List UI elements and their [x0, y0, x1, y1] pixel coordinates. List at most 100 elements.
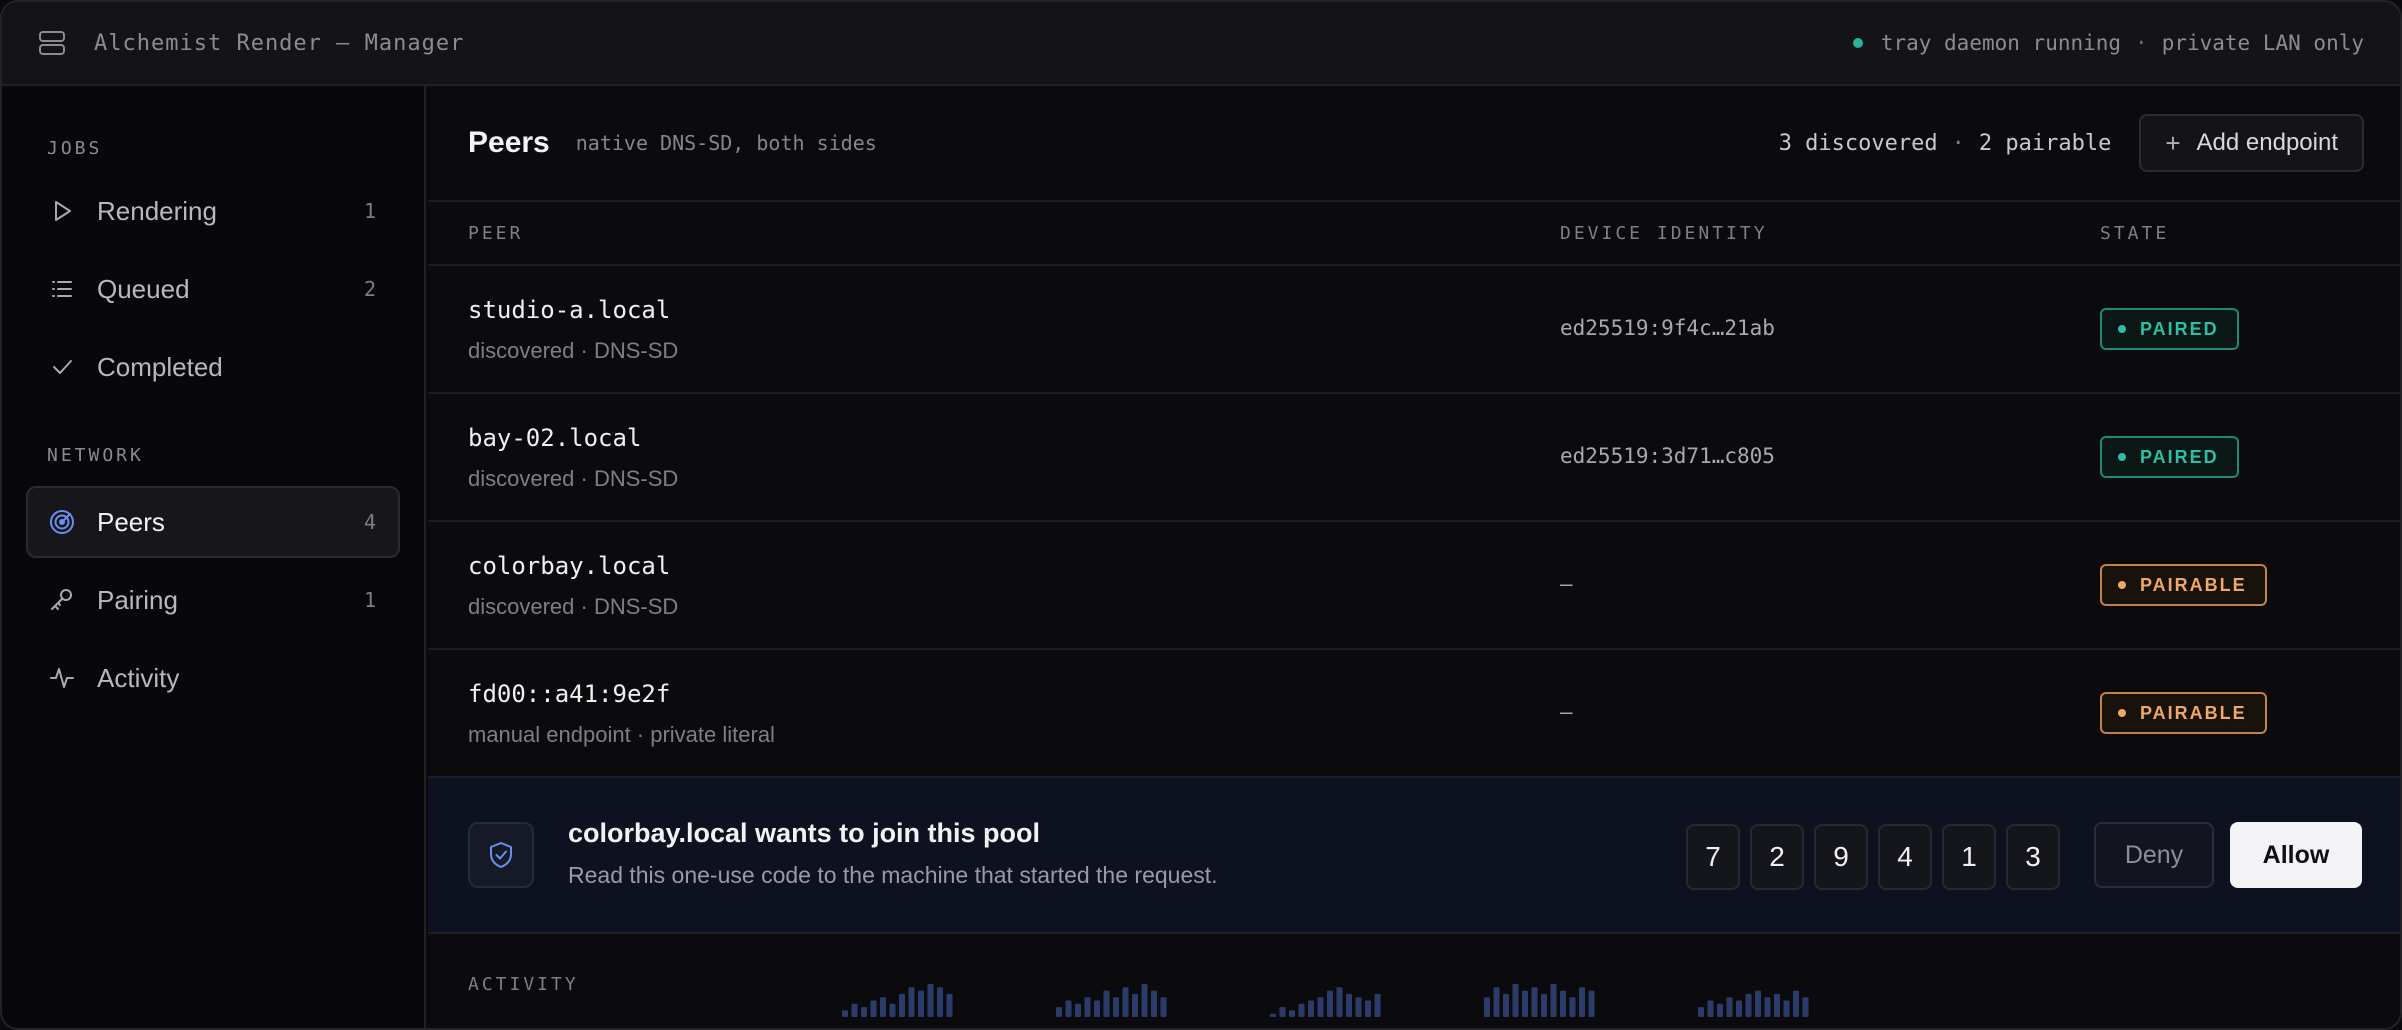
list-icon	[49, 276, 75, 302]
table-row[interactable]: fd00::a41:9e2f manual endpoint · private…	[428, 650, 2400, 778]
page-subtitle: native DNS-SD, both sides	[575, 131, 877, 155]
allow-button[interactable]: Allow	[2230, 822, 2362, 888]
code-digit: 2	[1750, 824, 1804, 890]
activity-bar	[1270, 1013, 1276, 1017]
code-digit: 4	[1878, 824, 1932, 890]
check-icon	[49, 354, 75, 380]
activity-bar	[1774, 993, 1780, 1017]
page-title: Peers	[468, 126, 550, 159]
sidebar-item-activity[interactable]: Activity	[26, 642, 400, 714]
status-text: tray daemon running	[1880, 31, 2122, 55]
activity-bar	[1698, 1007, 1704, 1017]
device-identity: —	[1560, 700, 1573, 724]
status-badge: PAIRED	[2100, 436, 2239, 478]
plus-icon: +	[2165, 127, 2181, 158]
activity-bar	[1503, 993, 1509, 1017]
status-badge: PAIRABLE	[2100, 692, 2267, 734]
shield-check-icon	[468, 822, 534, 888]
sidebar-item-label: Queued	[97, 273, 190, 304]
status-badge-label: PAIRED	[2140, 446, 2219, 467]
request-subtitle: Read this one-use code to the machine th…	[568, 862, 1218, 888]
sidebar-item-label: Completed	[97, 351, 223, 382]
sidebar-item-pairing[interactable]: Pairing 1	[26, 564, 400, 636]
device-identity: —	[1560, 572, 1573, 596]
activity-bar	[1512, 984, 1519, 1017]
sidebar-item-count: 2	[363, 277, 376, 301]
add-endpoint-label: Add endpoint	[2196, 129, 2338, 156]
peer-source: manual endpoint · private literal	[468, 722, 775, 747]
peers-header: Peers native DNS-SD, both sides 3 discov…	[428, 86, 2400, 202]
activity-bar	[908, 987, 915, 1017]
table-row[interactable]: colorbay.local discovered · DNS-SD — PAI…	[428, 522, 2400, 650]
activity-bar	[1336, 987, 1343, 1017]
key-icon	[49, 587, 75, 613]
table-row[interactable]: studio-a.local discovered · DNS-SD ed255…	[428, 266, 2400, 394]
pulse-icon	[49, 665, 75, 691]
code-digit: 9	[1814, 824, 1868, 890]
daemon-status: tray daemon running · private LAN only	[1852, 31, 2364, 55]
activity-bar	[1579, 987, 1585, 1017]
column-header-peer: PEER	[468, 222, 524, 244]
play-icon	[49, 198, 75, 224]
activity-bar	[1736, 1000, 1742, 1017]
activity-bar	[946, 993, 953, 1017]
activity-bar	[1726, 997, 1733, 1017]
activity-bar	[1588, 990, 1595, 1017]
status-badge: PAIRABLE	[2100, 564, 2267, 606]
peer-source: discovered · DNS-SD	[468, 594, 679, 619]
main-panel: Peers native DNS-SD, both sides 3 discov…	[428, 86, 2400, 1028]
status-badge-label: PAIRABLE	[2140, 702, 2247, 723]
activity-bar	[1560, 990, 1566, 1017]
activity-bar	[1346, 993, 1352, 1017]
radar-icon	[49, 509, 75, 535]
activity-bar	[1141, 984, 1148, 1017]
activity-bar	[1365, 1000, 1371, 1017]
activity-bar	[1113, 997, 1119, 1017]
activity-bar	[1484, 997, 1490, 1017]
code-digit: 7	[1686, 824, 1740, 890]
sidebar: JOBS Rendering 1 Queued 2 Completed NETW…	[2, 86, 426, 1028]
status-dot	[2118, 581, 2126, 589]
status-dot	[2118, 453, 2126, 461]
activity-bar	[1717, 1003, 1723, 1017]
activity-bar	[1308, 1000, 1314, 1017]
activity-bar	[1355, 997, 1362, 1017]
deny-button[interactable]: Deny	[2094, 822, 2214, 888]
activity-bar	[1783, 1000, 1790, 1017]
activity-bar	[1327, 990, 1333, 1017]
activity-bar	[880, 997, 886, 1017]
pairing-request-banner: colorbay.local wants to join this pool R…	[428, 778, 2400, 934]
table-header: PEER DEVICE IDENTITY STATE	[428, 202, 2400, 266]
section-label-jobs: JOBS	[47, 138, 103, 159]
peer-name: fd00::a41:9e2f	[468, 680, 671, 708]
column-header-identity: DEVICE IDENTITY	[1560, 222, 1768, 244]
sidebar-item-rendering[interactable]: Rendering 1	[26, 175, 400, 247]
sidebar-item-count: 1	[363, 199, 376, 223]
sidebar-item-peers[interactable]: Peers 4	[26, 486, 400, 558]
activity-bar	[1094, 1000, 1100, 1017]
add-endpoint-button[interactable]: + Add endpoint	[2139, 114, 2364, 172]
sidebar-item-completed[interactable]: Completed	[26, 331, 400, 403]
server-icon	[38, 29, 66, 57]
status-dot	[2118, 709, 2126, 717]
sidebar-item-count: 4	[363, 510, 376, 534]
activity-bar	[899, 993, 905, 1017]
peer-name: colorbay.local	[468, 552, 671, 580]
activity-bar	[851, 1003, 858, 1017]
activity-bar	[1541, 993, 1547, 1017]
activity-bar	[918, 990, 924, 1017]
status-dot	[2118, 325, 2126, 333]
activity-bar	[1103, 990, 1110, 1017]
device-identity: ed25519:9f4c…21ab	[1560, 316, 1775, 340]
activity-bar	[1132, 993, 1138, 1017]
activity-bar	[1374, 993, 1381, 1017]
activity-bar	[870, 1000, 877, 1017]
code-digit: 3	[2006, 824, 2060, 890]
status-badge-label: PAIRABLE	[2140, 574, 2247, 595]
activity-bar	[1531, 987, 1538, 1017]
activity-bar	[1160, 997, 1167, 1017]
sidebar-item-queued[interactable]: Queued 2	[26, 253, 400, 325]
table-row[interactable]: bay-02.local discovered · DNS-SD ed25519…	[428, 394, 2400, 522]
activity-strip: ACTIVITY	[428, 934, 2400, 1024]
summary-separator: ·	[1951, 130, 1965, 156]
